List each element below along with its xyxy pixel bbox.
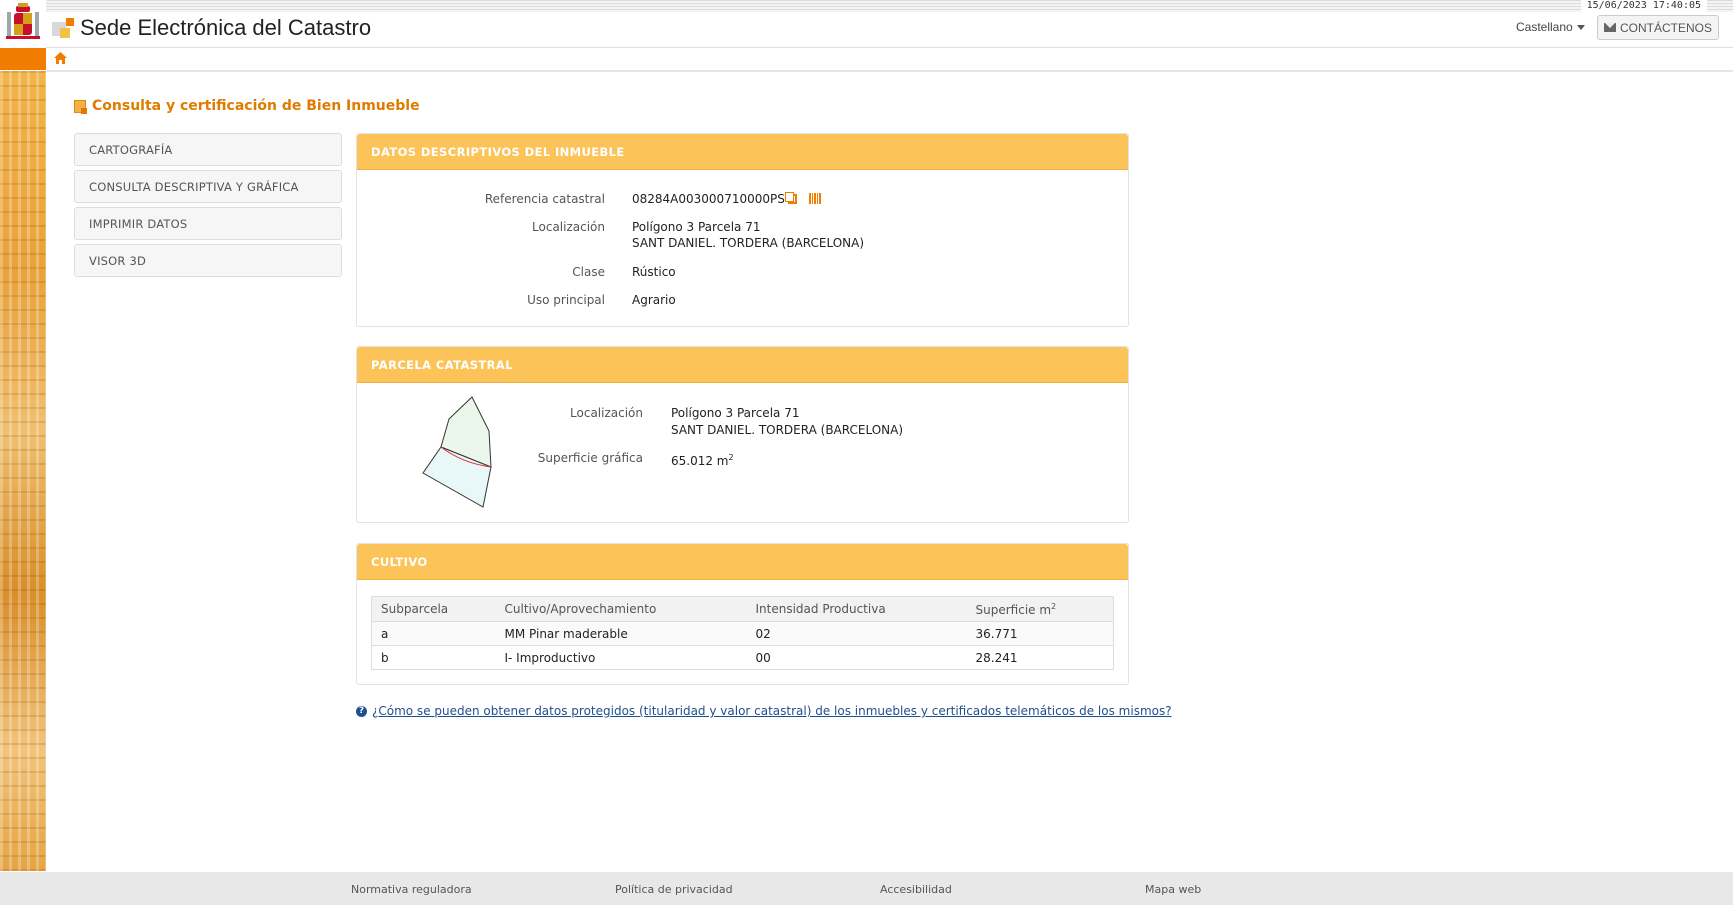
menu-item-imprimir-datos[interactable]: IMPRIMIR DATOS bbox=[74, 207, 342, 240]
ref-value-row: 08284A003000710000PS bbox=[632, 191, 821, 207]
cell-crop: MM Pinar maderable bbox=[495, 621, 747, 646]
table-header-row: Subparcela Cultivo/Aprovechamiento Inten… bbox=[371, 596, 1114, 622]
contact-label: CONTÁCTENOS bbox=[1619, 20, 1712, 35]
breadcrumb-accent bbox=[0, 48, 46, 70]
footer: Normativa reguladora Política de privaci… bbox=[0, 872, 1733, 905]
area-label: Superficie gráfica bbox=[537, 451, 643, 465]
contact-button[interactable]: CONTÁCTENOS bbox=[1597, 15, 1719, 40]
language-label: Castellano bbox=[1516, 20, 1573, 34]
page-title: Consulta y certificación de Bien Inmuebl… bbox=[74, 98, 420, 114]
footer-link-mapa-web[interactable]: Mapa web bbox=[1145, 883, 1201, 896]
menu-item-visor-3d[interactable]: VISOR 3D bbox=[74, 244, 342, 277]
area-value-row: 65.012 m2 bbox=[671, 450, 734, 469]
class-value: Rústico bbox=[632, 265, 676, 279]
col-intensity: Intensidad Productiva bbox=[746, 596, 967, 622]
menu-item-consulta-descriptiva[interactable]: CONSULTA DESCRIPTIVA Y GRÁFICA bbox=[74, 170, 342, 203]
area-value: 65.012 m bbox=[671, 454, 729, 468]
cell-intensity: 00 bbox=[746, 645, 967, 670]
localization-label: Localización bbox=[532, 220, 605, 234]
parcel-heading: PARCELA CATASTRAL bbox=[357, 347, 1128, 383]
descriptive-data-panel: DATOS DESCRIPTIVOS DEL INMUEBLE Referenc… bbox=[356, 133, 1129, 327]
help-link-row: ? ¿Cómo se pueden obtener datos protegid… bbox=[356, 704, 1172, 718]
use-label: Uso principal bbox=[527, 293, 605, 307]
copy-icon[interactable] bbox=[784, 192, 797, 204]
parcel-localization-label: Localización bbox=[570, 406, 643, 420]
col-subparcel: Subparcela bbox=[371, 596, 496, 622]
site-title[interactable]: Sede Electrónica del Catastro bbox=[80, 15, 371, 41]
ref-value: 08284A003000710000PS bbox=[632, 192, 785, 206]
menu-item-cartografia[interactable]: CARTOGRAFÍA bbox=[74, 133, 342, 166]
col-area: Superficie m2 bbox=[966, 596, 1114, 622]
descriptive-data-heading: DATOS DESCRIPTIVOS DEL INMUEBLE bbox=[357, 134, 1128, 170]
crop-table: Subparcela Cultivo/Aprovechamiento Inten… bbox=[371, 596, 1114, 670]
parcel-localization-line2: SANT DANIEL. TORDERA (BARCELONA) bbox=[671, 423, 904, 437]
ref-label: Referencia catastral bbox=[484, 192, 605, 206]
breadcrumb-divider bbox=[46, 70, 1733, 72]
side-decoration-image bbox=[0, 71, 46, 871]
page-title-text: Consulta y certificación de Bien Inmuebl… bbox=[92, 98, 420, 114]
localization-line1: Polígono 3 Parcela 71 bbox=[632, 220, 761, 234]
crop-panel: CULTIVO Subparcela Cultivo/Aprovechamien… bbox=[356, 543, 1129, 685]
cell-intensity: 02 bbox=[746, 621, 967, 646]
use-value: Agrario bbox=[632, 293, 676, 307]
parcel-panel: PARCELA CATASTRAL Localización Polígono … bbox=[356, 346, 1129, 523]
col-area-label: Superficie m bbox=[975, 602, 1052, 617]
language-selector[interactable]: Castellano bbox=[1516, 20, 1585, 34]
datetime: 15/06/2023 17:40:05 bbox=[1580, 0, 1707, 12]
cell-subparcel: b bbox=[371, 645, 496, 670]
cell-area: 28.241 bbox=[966, 645, 1114, 670]
home-icon[interactable] bbox=[54, 52, 67, 64]
coat-of-arms-icon bbox=[6, 3, 40, 39]
cell-subparcel: a bbox=[371, 621, 496, 646]
catastro-logo-icon bbox=[52, 18, 74, 38]
footer-link-privacidad[interactable]: Política de privacidad bbox=[615, 883, 733, 896]
table-row: a MM Pinar maderable 02 36.771 bbox=[371, 621, 1114, 646]
parcel-localization-line1: Polígono 3 Parcela 71 bbox=[671, 406, 800, 420]
area-unit-sup: 2 bbox=[728, 453, 734, 462]
col-area-sup: 2 bbox=[1051, 601, 1057, 611]
col-crop: Cultivo/Aprovechamiento bbox=[495, 596, 747, 622]
protected-data-link[interactable]: ¿Cómo se pueden obtener datos protegidos… bbox=[372, 704, 1172, 718]
localization-line2: SANT DANIEL. TORDERA (BARCELONA) bbox=[632, 236, 865, 250]
class-label: Clase bbox=[572, 265, 605, 279]
crop-heading: CULTIVO bbox=[357, 544, 1128, 580]
barcode-icon[interactable] bbox=[808, 193, 821, 204]
breadcrumb bbox=[46, 48, 1733, 70]
side-menu: CARTOGRAFÍA CONSULTA DESCRIPTIVA Y GRÁFI… bbox=[74, 133, 342, 281]
envelope-icon bbox=[1603, 23, 1616, 32]
footer-link-accesibilidad[interactable]: Accesibilidad bbox=[880, 883, 952, 896]
table-row: b I- Improductivo 00 28.241 bbox=[371, 645, 1114, 670]
cell-crop: I- Improductivo bbox=[495, 645, 747, 670]
top-stripe bbox=[46, 0, 1733, 12]
caret-down-icon bbox=[1576, 25, 1585, 31]
question-icon: ? bbox=[356, 705, 367, 717]
footer-link-normativa[interactable]: Normativa reguladora bbox=[351, 883, 472, 896]
document-icon bbox=[74, 99, 87, 114]
cell-area: 36.771 bbox=[966, 621, 1114, 646]
